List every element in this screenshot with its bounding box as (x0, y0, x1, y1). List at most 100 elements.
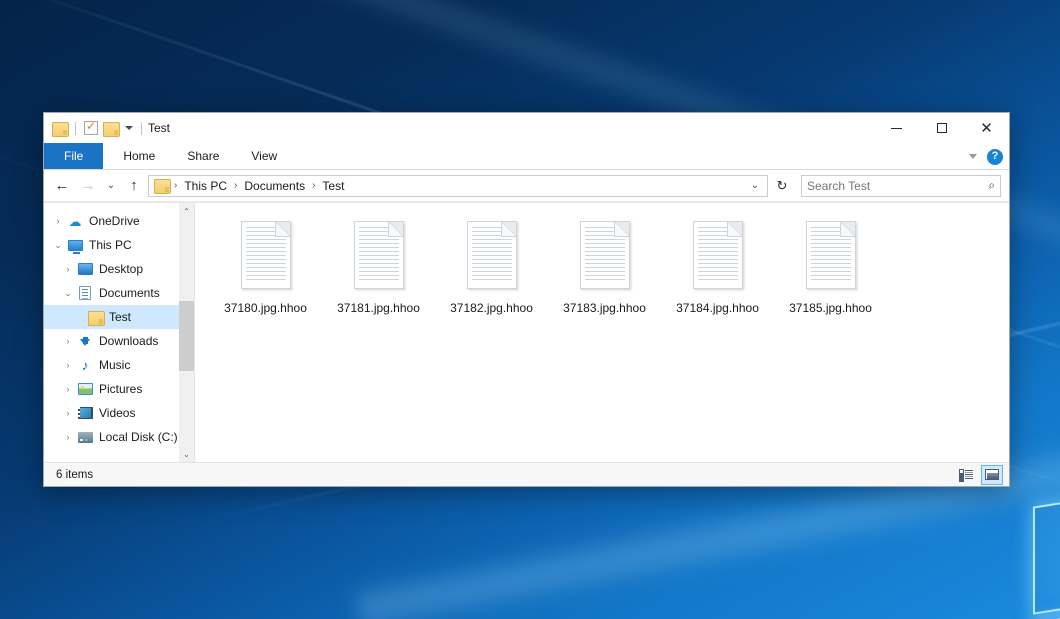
file-item[interactable]: 37182.jpg.hhoo (435, 217, 548, 321)
minimize-button[interactable] (874, 113, 919, 143)
sidebar-item-pictures[interactable]: › Pictures (44, 377, 194, 401)
file-name: 37184.jpg.hhoo (676, 301, 759, 315)
expander-chevron-down-icon[interactable]: ⌄ (50, 240, 66, 251)
breadcrumb-documents[interactable]: Documents (240, 179, 309, 193)
sidebar-item-downloads[interactable]: › Downloads (44, 329, 194, 353)
search-icon[interactable]: ⌕ (988, 178, 995, 193)
file-name: 37182.jpg.hhoo (450, 301, 533, 315)
scroll-up-icon[interactable]: ⌃ (179, 203, 194, 219)
address-bar-row: ← → ⌄ ↑ › This PC › Documents › Test ⌄ ↻… (44, 170, 1009, 202)
tab-view[interactable]: View (235, 143, 293, 169)
file-name: 37185.jpg.hhoo (789, 301, 872, 315)
desktop-wallpaper: Test ✕ File Home Share View ? ← → ⌄ ↑ (0, 0, 1060, 619)
sidebar-item-documents[interactable]: ⌄ Documents (44, 281, 194, 305)
sidebar-item-label: Music (99, 358, 130, 372)
generic-file-icon (577, 221, 633, 293)
file-name: 37183.jpg.hhoo (563, 301, 646, 315)
properties-checkbox-icon[interactable] (84, 121, 98, 135)
tab-share[interactable]: Share (171, 143, 235, 169)
sidebar-item-music[interactable]: › ♪ Music (44, 353, 194, 377)
up-button[interactable]: ↑ (122, 174, 146, 198)
sidebar-item-local-disk[interactable]: › Local Disk (C:) (44, 425, 194, 449)
status-bar: 6 items (44, 462, 1009, 486)
sidebar-item-label: Local Disk (C:) (99, 430, 178, 444)
window-title-bar: Test ✕ (44, 113, 1009, 143)
folder-icon[interactable] (52, 122, 67, 135)
expander-chevron-right-icon[interactable]: › (60, 432, 76, 442)
folder-icon (86, 309, 104, 325)
sidebar-item-test[interactable]: Test (44, 305, 194, 329)
sidebar-item-desktop[interactable]: › Desktop (44, 257, 194, 281)
sidebar-item-onedrive[interactable]: › ☁ OneDrive (44, 209, 194, 233)
expander-chevron-down-icon[interactable]: ⌄ (60, 288, 76, 299)
expander-chevron-right-icon[interactable]: › (60, 264, 76, 274)
breadcrumb-this-pc[interactable]: This PC (180, 179, 231, 193)
monitor-icon (66, 237, 84, 253)
minimize-icon (891, 128, 902, 129)
expand-ribbon-chevron-down-icon[interactable] (969, 154, 977, 159)
file-item[interactable]: 37180.jpg.hhoo (209, 217, 322, 321)
details-view-icon (959, 469, 973, 480)
window-title: Test (148, 121, 170, 135)
file-name: 37180.jpg.hhoo (224, 301, 307, 315)
window-controls: ✕ (874, 113, 1009, 143)
view-buttons (955, 465, 1003, 485)
recent-locations-button[interactable]: ⌄ (102, 174, 120, 198)
file-list-area[interactable]: 37180.jpg.hhoo 37181.jpg.hhoo 37182.jpg.… (194, 203, 1009, 462)
details-view-button[interactable] (955, 465, 977, 485)
file-item[interactable]: 37183.jpg.hhoo (548, 217, 661, 321)
expander-chevron-right-icon[interactable]: › (50, 216, 66, 226)
search-box[interactable]: ⌕ (801, 175, 1001, 197)
navigation-pane-scrollbar[interactable]: ⌃ ⌄ (179, 203, 194, 462)
scrollbar-thumb[interactable] (179, 301, 194, 371)
help-icon[interactable]: ? (987, 149, 1003, 165)
address-dropdown-chevron-down-icon[interactable]: ⌄ (745, 180, 765, 191)
chevron-down-icon[interactable] (125, 126, 133, 130)
refresh-button[interactable]: ↻ (771, 175, 793, 197)
generic-file-icon (464, 221, 520, 293)
pictures-icon (76, 381, 94, 397)
sidebar-item-label: Documents (99, 286, 160, 300)
ribbon-tab-bar: File Home Share View ? (44, 143, 1009, 170)
breadcrumb-separator: › (311, 180, 316, 191)
maximize-button[interactable] (919, 113, 964, 143)
search-input[interactable] (807, 179, 988, 193)
document-icon (76, 285, 94, 301)
tab-file[interactable]: File (44, 143, 103, 169)
file-item[interactable]: 37184.jpg.hhoo (661, 217, 774, 321)
scrollbar-track[interactable] (179, 219, 194, 446)
tab-home[interactable]: Home (107, 143, 171, 169)
breadcrumb-test[interactable]: Test (318, 179, 348, 193)
expander-chevron-right-icon[interactable]: › (60, 408, 76, 418)
generic-file-icon (351, 221, 407, 293)
generic-file-icon (238, 221, 294, 293)
cloud-icon: ☁ (66, 213, 84, 229)
new-folder-icon[interactable] (103, 122, 118, 135)
file-item[interactable]: 37181.jpg.hhoo (322, 217, 435, 321)
download-icon (76, 333, 94, 349)
explorer-body: › ☁ OneDrive ⌄ This PC › Desktop ⌄ (44, 202, 1009, 462)
close-icon: ✕ (980, 121, 993, 136)
file-name: 37181.jpg.hhoo (337, 301, 420, 315)
scroll-down-icon[interactable]: ⌄ (179, 446, 194, 462)
sidebar-item-label: Downloads (99, 334, 158, 348)
address-bar[interactable]: › This PC › Documents › Test ⌄ (148, 175, 768, 197)
expander-chevron-right-icon[interactable]: › (60, 384, 76, 394)
sidebar-item-this-pc[interactable]: ⌄ This PC (44, 233, 194, 257)
expander-chevron-right-icon[interactable]: › (60, 336, 76, 346)
large-icons-view-button[interactable] (981, 465, 1003, 485)
expander-chevron-right-icon[interactable]: › (60, 360, 76, 370)
disk-icon (76, 429, 94, 445)
large-icons-view-icon (985, 469, 999, 480)
quick-access-toolbar (52, 121, 145, 135)
sidebar-item-label: Desktop (99, 262, 143, 276)
close-button[interactable]: ✕ (964, 113, 1009, 143)
maximize-icon (937, 123, 947, 133)
item-count-label: 6 items (56, 469, 93, 481)
breadcrumb-separator: › (233, 180, 238, 191)
sidebar-item-videos[interactable]: › Videos (44, 401, 194, 425)
sidebar-item-label: Test (109, 310, 131, 324)
generic-file-icon (803, 221, 859, 293)
file-item[interactable]: 37185.jpg.hhoo (774, 217, 887, 321)
back-button[interactable]: ← (50, 174, 74, 198)
